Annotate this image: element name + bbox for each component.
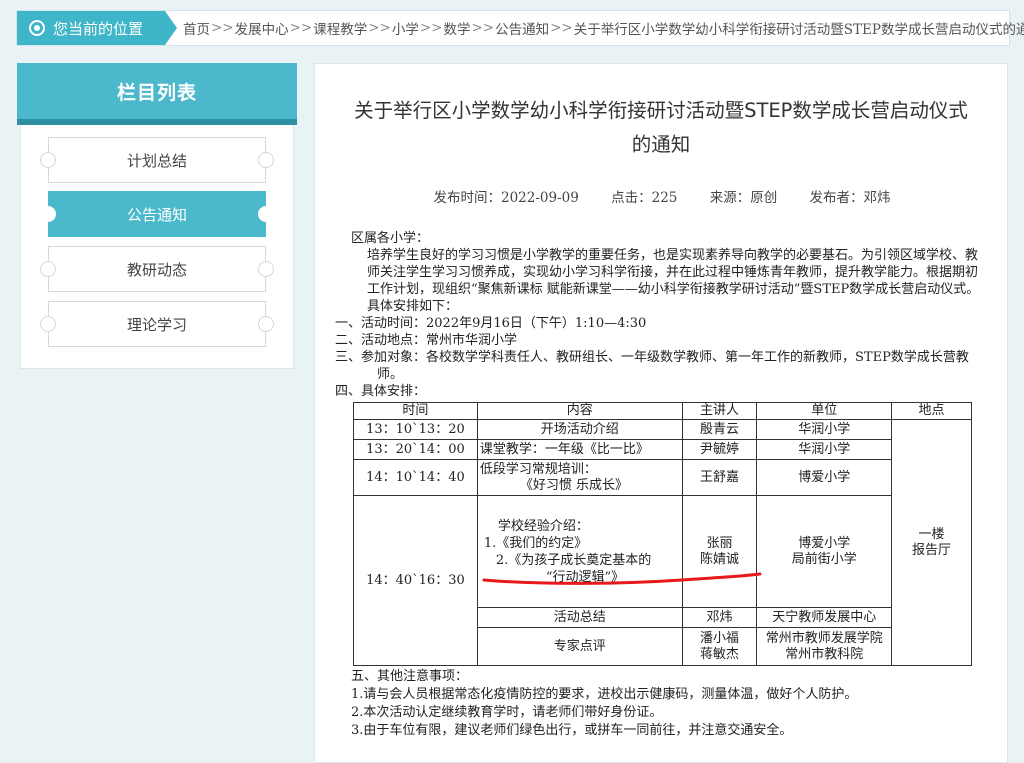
sidebar-item-label: 计划总结 <box>126 151 187 170</box>
source: 来源：原创 <box>709 190 778 206</box>
table-row: 14：40`16：30 学校经验介绍： 1.《我们的约定》 2.《为孩子成长奠定… <box>353 495 972 666</box>
schedule-table: 时间 内容 主讲人 单位 地点 13：10`13：20 开场活动介绍 殷青云 华… <box>353 402 972 666</box>
note-item: 1.请与会人员根据常态化疫情防控的要求，进校出示健康码，测量体温，做好个人防护。 <box>351 687 858 702</box>
header-speaker: 主讲人 <box>681 402 758 420</box>
article-panel: 关于举行区小学数学幼小科学衔接研讨活动暨STEP数学成长营启动仪式 的通知 发布… <box>314 63 1008 763</box>
location-label: 您当前的位置 <box>17 11 177 45</box>
item-time: 一、活动时间：2022年9月16日（下午）1:10—4:30 <box>335 316 647 331</box>
sidebar-item-label: 公告通知 <box>126 205 187 224</box>
publish-date: 发布时间：2022-09-09 <box>433 190 579 206</box>
header-unit: 单位 <box>756 402 893 420</box>
breadcrumb-course-teaching[interactable]: 课程教学 <box>313 18 367 38</box>
breadcrumb-home[interactable]: 首页 <box>183 18 210 38</box>
location-pin-icon <box>29 20 45 36</box>
sidebar-item-label: 教研动态 <box>126 260 187 279</box>
table-location: 一楼 报告厅 <box>891 419 972 666</box>
table-row: 13：10`13：20 开场活动介绍 殷青云 华润小学 一楼 报告厅 <box>353 419 972 666</box>
location-label-text: 您当前的位置 <box>53 19 144 38</box>
header-location: 地点 <box>891 402 972 420</box>
sidebar-item-label: 理论学习 <box>126 315 187 334</box>
breadcrumb-primary[interactable]: 小学 <box>392 18 419 38</box>
sidebar-item-plan-summary[interactable]: 计划总结 <box>40 137 274 183</box>
note-item: 3.由于车位有限，建议老师们绿色出行，或拼车一同前往，并注意交通安全。 <box>351 723 793 738</box>
breadcrumb-announcements[interactable]: 公告通知 <box>495 18 549 38</box>
header-time: 时间 <box>353 402 478 420</box>
other-notes: 五、其他注意事项： 1.请与会人员根据常态化疫情防控的要求，进校出示健康码，测量… <box>351 668 991 740</box>
note-item: 2.本次活动认定继续教育学时，请老师们带好身份证。 <box>351 705 663 720</box>
breadcrumb-math[interactable]: 数学 <box>444 18 471 38</box>
article-title: 关于举行区小学数学幼小科学衔接研讨活动暨STEP数学成长营启动仪式 的通知 <box>354 99 968 156</box>
item-location: 二、活动地点：常州市华润小学 <box>335 333 518 348</box>
sidebar-item-theory-study[interactable]: 理论学习 <box>40 301 274 347</box>
article-meta: 发布时间：2022-09-09 点击：225 来源：原创 发布者：邓炜 <box>315 186 1009 206</box>
table-row: 14：10`14：40 低段学习常规培训： 《好习惯 乐成长》 王舒嘉 博爱小学 <box>353 459 972 496</box>
breadcrumb-current: 关于举行区小学数学幼小科学衔接研讨活动暨STEP数学成长营启动仪式的通知 <box>573 22 1024 38</box>
sidebar-title: 栏目列表 <box>17 63 297 125</box>
item-schedule: 四、具体安排： <box>335 384 427 399</box>
article-body: 区属各小学： 培养学生良好的学习习惯是小学教学的重要任务，也是实现素养导向教学的… <box>335 230 981 400</box>
intro-paragraph: 培养学生良好的学习习惯是小学教学的重要任务，也是实现素养导向教学的必要基石。为引… <box>367 248 980 314</box>
click-count: 点击：225 <box>611 190 678 206</box>
breadcrumb: 首页 >> 发展中心 >> 课程教学 >> 小学 >> 数学 >> 公告通知 >> 关于举行… <box>183 11 1024 45</box>
breadcrumb-development-center[interactable]: 发展中心 <box>235 18 289 38</box>
author: 发布者：邓炜 <box>809 190 891 206</box>
item-participants: 三、参加对象：各校数学学科责任人、教研组长、一年级数学教师、第一年工作的新教师，… <box>335 350 969 382</box>
breadcrumb-bar: 您当前的位置 首页 >> 发展中心 >> 课程教学 >> 小学 >> 数学 >> 公告通知… <box>16 10 1024 46</box>
notes-heading: 五、其他注意事项： <box>351 669 469 684</box>
sidebar-item-research-news[interactable]: 教研动态 <box>40 246 274 292</box>
table-row: 13：20`14：00 课堂教学：一年级《比一比》 尹毓婷 华润小学 <box>353 439 972 460</box>
greeting: 区属各小学： <box>351 231 430 246</box>
sidebar-item-announcements[interactable]: 公告通知 <box>40 191 274 237</box>
header-content: 内容 <box>476 402 683 420</box>
sidebar: 栏目列表 计划总结 公告通知 教研动态 理论学习 <box>17 63 297 369</box>
